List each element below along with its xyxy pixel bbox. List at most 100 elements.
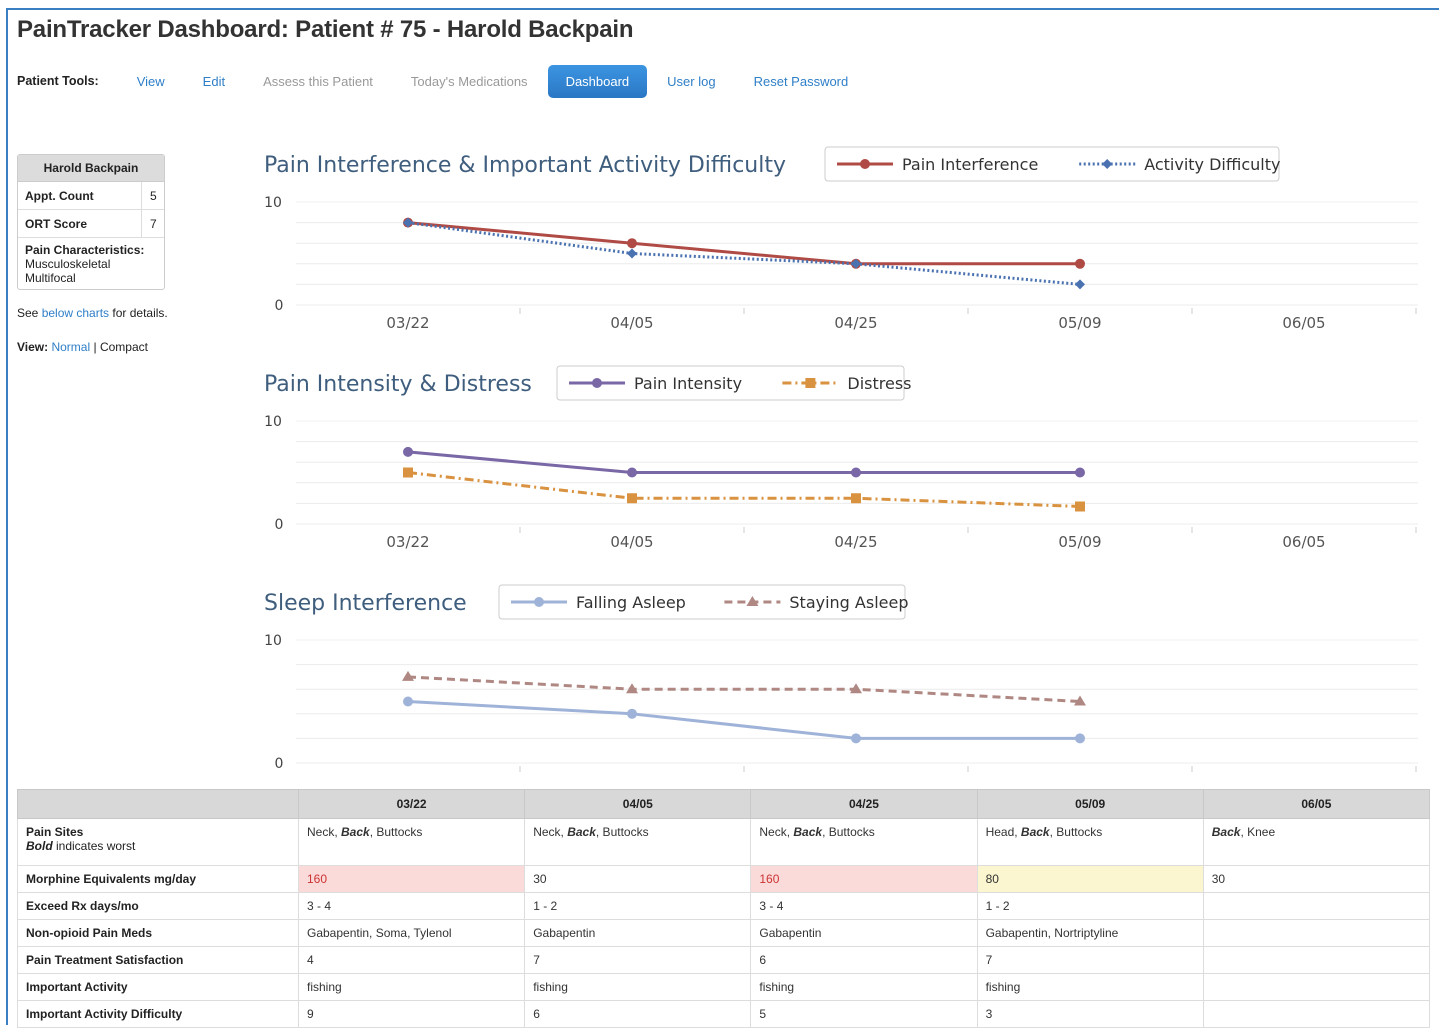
table-header-date: 06/05 <box>1202 789 1431 819</box>
legend-marker <box>592 378 602 388</box>
chart-title: Pain Intensity & Distress <box>264 372 532 397</box>
table-cell: 80 <box>976 865 1204 893</box>
row-label: Non-opioid Pain Meds <box>17 919 299 947</box>
table-cell: 6 <box>524 1000 752 1028</box>
table-cell: 30 <box>1202 865 1431 893</box>
table-cell: Gabapentin <box>524 919 752 947</box>
data-point <box>851 733 861 744</box>
row-label-text: Non-opioid Pain Meds <box>26 926 152 940</box>
table-cell: 30 <box>524 865 752 893</box>
row-label-text: Important Activity <box>26 980 128 994</box>
row-label: Morphine Equivalents mg/day <box>17 865 299 893</box>
table-header-date: 04/25 <box>750 789 978 819</box>
table-header-date: 04/05 <box>524 789 752 819</box>
table-cell: Gabapentin, Nortriptyline <box>976 919 1204 947</box>
patient-history-table: 03/22 04/05 04/25 05/09 06/05 Pain Sites… <box>17 789 1431 1028</box>
table-row: Morphine Equivalents mg/day 160 30 160 80 30 <box>17 865 1431 893</box>
x-tick-label: 05/09 <box>1058 314 1101 332</box>
table-cell: Neck, Back, Buttocks <box>750 818 978 866</box>
table-cell: 160 <box>750 865 978 893</box>
table-row: Pain Treatment Satisfaction 4 7 6 7 <box>17 946 1431 974</box>
worst-site: Back <box>1020 825 1050 839</box>
x-tick-label: 03/22 <box>386 314 429 332</box>
x-tick-label: 06/05 <box>1282 314 1325 332</box>
table-row: Important Activity fishing fishing fishing f… <box>17 973 1431 1001</box>
worst-site: Back <box>793 825 823 839</box>
table-cell <box>1202 946 1431 974</box>
row-label-text: Morphine Equivalents mg/day <box>26 872 197 886</box>
worst-site: Back <box>341 825 370 839</box>
data-point <box>627 248 637 259</box>
row-label-text: Pain Treatment Satisfaction <box>26 953 184 967</box>
data-point <box>627 467 637 478</box>
legend-marker <box>860 159 870 169</box>
table-cell: Head, Back, Buttocks <box>976 818 1204 866</box>
table-cell: 4 <box>297 946 526 974</box>
table-cell: 5 <box>750 1000 978 1028</box>
table-header-date: 05/09 <box>976 789 1204 819</box>
table-row: Exceed Rx days/mo 3 - 41 - 23 - 41 - 2 <box>17 892 1431 920</box>
table-cell: Gabapentin <box>750 919 978 947</box>
table-header-date: 03/22 <box>297 789 526 819</box>
site-text: Neck, <box>759 825 794 839</box>
y-tick-label: 0 <box>275 517 284 533</box>
y-tick-label: 0 <box>275 298 284 314</box>
data-point <box>1075 501 1085 512</box>
data-point <box>627 708 637 719</box>
table-cell: fishing <box>297 973 526 1001</box>
data-point <box>403 696 413 707</box>
table-cell: fishing <box>750 973 978 1001</box>
data-point <box>403 446 413 457</box>
data-point <box>403 467 413 478</box>
table-row: Pain Sites Bold indicates worst Neck, Back… <box>17 818 1431 866</box>
table-cell: 9 <box>297 1000 526 1028</box>
table-cell: 6 <box>750 946 978 974</box>
data-point <box>1075 279 1085 290</box>
table-header-blank <box>17 789 299 819</box>
table-cell: Back, Knee <box>1202 818 1431 866</box>
table-cell <box>1202 1000 1431 1028</box>
data-point <box>1075 258 1085 269</box>
y-tick-label: 10 <box>264 633 282 649</box>
site-text: , Buttocks <box>369 825 423 839</box>
x-tick-label: 04/05 <box>610 533 653 551</box>
site-text: , Knee <box>1240 825 1276 839</box>
table-cell: 7 <box>976 946 1204 974</box>
site-text: Head, <box>985 825 1021 839</box>
site-text: , Buttocks <box>822 825 875 839</box>
legend-label: Falling Asleep <box>576 593 686 612</box>
table-cell: Neck, Back, Buttocks <box>297 818 526 866</box>
data-point <box>851 467 861 478</box>
table-cell: 3 - 4 <box>297 892 526 920</box>
x-tick-label: 04/05 <box>610 314 653 332</box>
table-row: Important Activity Difficulty 9 6 5 3 <box>17 1000 1431 1028</box>
table-cell <box>1202 892 1431 920</box>
sublabel-rest: indicates worst <box>52 839 136 853</box>
table-cell: 3 - 4 <box>750 892 978 920</box>
table-cell <box>1202 973 1431 1001</box>
row-label: Important Activity Difficulty <box>17 1000 299 1028</box>
x-tick-label: 06/05 <box>1282 533 1325 551</box>
row-label: Exceed Rx days/mo <box>17 892 299 920</box>
legend-label: Pain Intensity <box>634 374 742 393</box>
table-cell: 7 <box>524 946 752 974</box>
site-text: Neck, <box>533 825 568 839</box>
table-cell: fishing <box>976 973 1204 1001</box>
row-label-text: Pain Sites <box>26 825 84 839</box>
series-line <box>407 471 1081 508</box>
table-cell: 1 - 2 <box>976 892 1204 920</box>
x-tick-label: 04/25 <box>834 314 877 332</box>
table-row: Non-opioid Pain Meds Gabapentin, Soma, Ty… <box>17 919 1431 947</box>
worst-site: Back <box>567 825 596 839</box>
data-point <box>627 238 637 249</box>
data-point <box>1075 467 1085 478</box>
legend-label: Pain Interference <box>902 155 1038 174</box>
row-label: Pain Sites Bold indicates worst <box>17 818 299 866</box>
x-tick-label: 04/25 <box>834 533 877 551</box>
data-point <box>1075 733 1085 744</box>
y-tick-label: 0 <box>275 756 284 772</box>
row-label: Important Activity <box>17 973 299 1001</box>
legend-marker <box>534 597 544 607</box>
chart-title: Pain Interference & Important Activity D… <box>264 153 786 178</box>
legend-label: Staying Asleep <box>789 593 908 612</box>
